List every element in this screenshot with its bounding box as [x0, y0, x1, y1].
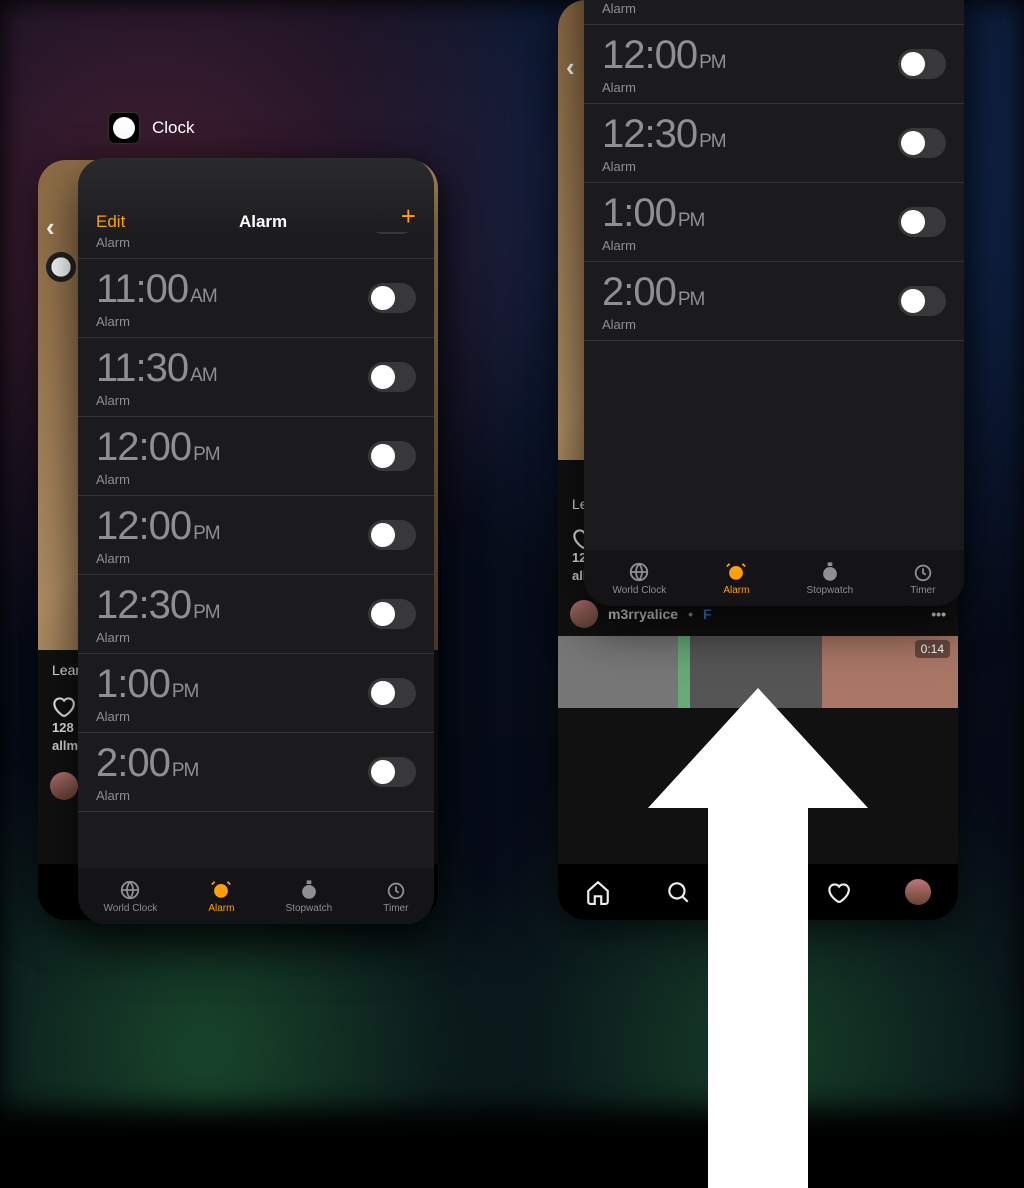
alarm-row[interactable]: 1:00PM Alarm — [78, 654, 434, 733]
alarm-icon — [210, 879, 232, 901]
alarm-time: 11:00AM — [96, 267, 217, 312]
heart-icon[interactable] — [50, 693, 76, 719]
alarm-toggle[interactable] — [368, 520, 416, 550]
back-chevron-icon[interactable]: ‹ — [46, 212, 55, 243]
clock-app-icon — [108, 112, 140, 144]
tab-timer[interactable]: Timer — [910, 561, 935, 596]
alarm-time: 10:00AM — [96, 232, 220, 233]
tab-stopwatch[interactable]: Stopwatch — [807, 561, 854, 596]
alarm-time: 12:30PM — [602, 112, 726, 157]
video-time: 0:14 — [915, 640, 950, 658]
page-title: Alarm — [239, 212, 287, 232]
clock-tab-bar: World Clock Alarm Stopwatch Timer — [78, 868, 434, 924]
follow-button[interactable]: F — [703, 606, 712, 622]
profile-avatar[interactable] — [905, 879, 931, 905]
alarm-toggle[interactable] — [368, 441, 416, 471]
alarm-label: Alarm — [96, 551, 220, 566]
alarm-row[interactable]: 2:00PM Alarm — [584, 262, 964, 341]
safari-compass-icon — [46, 252, 76, 282]
alarm-label: Alarm — [602, 317, 704, 332]
stopwatch-icon — [819, 561, 841, 583]
alarm-toggle[interactable] — [368, 678, 416, 708]
alarm-label: Alarm — [96, 393, 217, 408]
home-icon[interactable] — [585, 879, 611, 905]
alarm-icon — [725, 561, 747, 583]
alarm-label: Alarm — [96, 472, 220, 487]
alarm-row[interactable]: 10:00AM Alarm — [78, 232, 434, 259]
avatar[interactable] — [50, 772, 78, 800]
tab-world-clock[interactable]: World Clock — [104, 879, 158, 914]
alarm-row[interactable]: 12:30PM Alarm — [78, 575, 434, 654]
alarm-row[interactable]: 12:00PMAlarm — [584, 0, 964, 25]
clock-nav-bar: Edit Alarm + — [78, 158, 434, 242]
alarm-label: Alarm — [602, 238, 704, 253]
globe-icon — [628, 561, 650, 583]
alarm-row[interactable]: 12:00PM Alarm — [584, 25, 964, 104]
tab-alarm[interactable]: Alarm — [723, 561, 749, 596]
next-post-header — [50, 772, 78, 800]
alarm-toggle[interactable] — [368, 757, 416, 787]
alarm-row[interactable]: 12:00PM Alarm — [78, 417, 434, 496]
tab-timer[interactable]: Timer — [383, 879, 408, 914]
alarm-time: 1:00PM — [602, 191, 704, 236]
alarm-time: 12:00PM — [96, 504, 220, 549]
alarm-toggle[interactable] — [368, 599, 416, 629]
alarm-time: 12:00PM — [96, 425, 220, 470]
alarm-label: Alarm — [96, 788, 198, 803]
alarm-time: 12:30PM — [96, 583, 220, 628]
alarm-time: 2:00PM — [602, 270, 704, 315]
alarm-label: Alarm — [602, 159, 726, 174]
next-post-media[interactable]: 0:14 — [558, 636, 958, 708]
clock-tab-bar: World Clock Alarm Stopwatch Timer — [584, 550, 964, 606]
alarm-label: Alarm — [96, 235, 220, 250]
alarm-row[interactable]: 12:00PM Alarm — [78, 496, 434, 575]
alarm-label: Alarm — [602, 1, 726, 16]
clock-app-card[interactable]: Edit Alarm + 10:00AMAlarm11:00AMAlarm11:… — [78, 158, 434, 924]
alarm-toggle[interactable] — [368, 283, 416, 313]
alarm-label: Alarm — [96, 630, 220, 645]
back-chevron-icon[interactable]: ‹ — [566, 52, 575, 83]
alarm-toggle[interactable] — [898, 207, 946, 237]
instagram-tab-bar — [558, 864, 958, 920]
alarm-toggle[interactable] — [898, 49, 946, 79]
alarm-time: 11:30AM — [96, 346, 217, 391]
heart-icon[interactable] — [825, 879, 851, 905]
more-icon[interactable]: ••• — [931, 606, 946, 622]
edit-button[interactable]: Edit — [96, 212, 125, 232]
tab-stopwatch[interactable]: Stopwatch — [286, 879, 333, 914]
alarm-time: 2:00PM — [96, 741, 198, 786]
alarm-toggle[interactable] — [898, 286, 946, 316]
alarm-list[interactable]: 11:00AMAlarm11:30AMAlarm12:00PMAlarm12:0… — [584, 0, 964, 550]
alarm-label: Alarm — [96, 709, 198, 724]
clock-app-card[interactable]: 11:00AMAlarm11:30AMAlarm12:00PMAlarm12:0… — [584, 0, 964, 606]
alarm-time: 12:00PM — [602, 33, 726, 78]
alarm-row[interactable]: 1:00PM Alarm — [584, 183, 964, 262]
alarm-row[interactable]: 2:00PM Alarm — [78, 733, 434, 812]
timer-icon — [912, 561, 934, 583]
alarm-row[interactable]: 11:30AM Alarm — [78, 338, 434, 417]
alarm-row[interactable]: 11:00AM Alarm — [78, 259, 434, 338]
alarm-label: Alarm — [602, 80, 726, 95]
app-switcher-label: Clock — [108, 112, 195, 144]
tab-alarm[interactable]: Alarm — [208, 879, 234, 914]
add-alarm-button[interactable]: + — [401, 201, 416, 232]
alarm-toggle[interactable] — [368, 232, 416, 234]
alarm-time: 1:00PM — [96, 662, 198, 707]
alarm-row[interactable]: 12:30PM Alarm — [584, 104, 964, 183]
alarm-toggle[interactable] — [368, 362, 416, 392]
tab-world-clock[interactable]: World Clock — [613, 561, 667, 596]
alarm-list[interactable]: 10:00AMAlarm11:00AMAlarm11:30AMAlarm12:0… — [78, 232, 434, 868]
alarm-label: Alarm — [96, 314, 217, 329]
add-post-icon[interactable] — [745, 879, 771, 905]
search-icon[interactable] — [665, 879, 691, 905]
alarm-toggle[interactable] — [898, 128, 946, 158]
